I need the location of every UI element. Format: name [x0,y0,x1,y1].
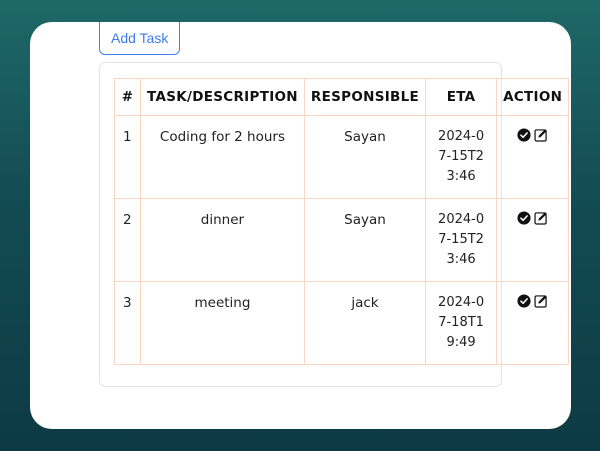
header-action: ACTION [496,78,570,116]
tasks-table: # TASK/DESCRIPTION RESPONSIBLE ETA ACTIO… [114,78,570,365]
task-eta: 2024-07-15T23:46 [438,212,485,267]
task-eta: 2024-07-18T19:49 [438,295,485,350]
eta-cell: 2024-07-15T23:46 [425,115,498,199]
action-cell [496,281,570,365]
row-number: 1 [114,115,141,199]
action-cell [496,115,570,199]
header-number: # [114,78,141,116]
table-row: 1 Coding for 2 hours Sayan 2024-07-15T23… [114,115,570,199]
check-circle-icon[interactable] [517,294,531,308]
edit-icon[interactable] [534,211,548,225]
task-responsible: Sayan [303,115,427,199]
task-responsible: jack [303,281,427,365]
header-responsible: RESPONSIBLE [303,78,427,116]
row-number: 2 [114,198,141,282]
row-number: 3 [114,281,141,365]
header-task: TASK/DESCRIPTION [140,78,305,116]
eta-cell: 2024-07-18T19:49 [425,281,498,365]
task-eta: 2024-07-15T23:46 [438,129,485,184]
header-eta: ETA [425,78,498,116]
task-responsible: Sayan [303,198,427,282]
table-header-row: # TASK/DESCRIPTION RESPONSIBLE ETA ACTIO… [114,78,570,116]
edit-icon[interactable] [534,294,548,308]
action-cell [496,198,570,282]
task-description: meeting [140,281,305,365]
task-description: Coding for 2 hours [140,115,305,199]
check-circle-icon[interactable] [517,128,531,142]
table-row: 3 meeting jack 2024-07-18T19:49 [114,281,570,365]
add-task-button[interactable]: Add Task [99,22,181,55]
edit-icon[interactable] [534,128,548,142]
table-row: 2 dinner Sayan 2024-07-15T23:46 [114,198,570,282]
task-description: dinner [140,198,305,282]
check-circle-icon[interactable] [517,211,531,225]
eta-cell: 2024-07-15T23:46 [425,198,498,282]
